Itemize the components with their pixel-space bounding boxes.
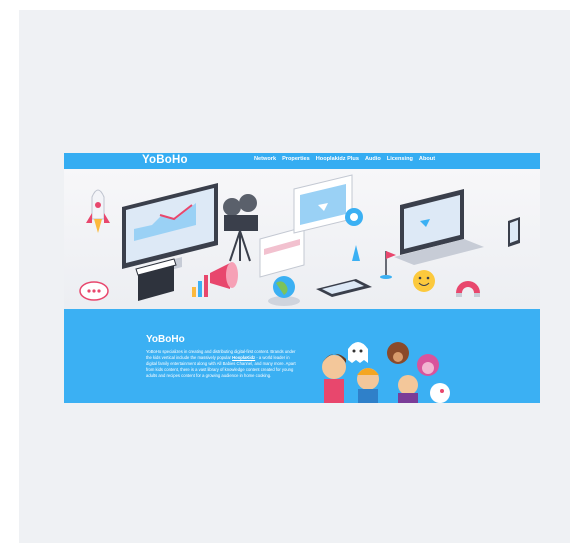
about-text: YoBoHo specializes in creating and distr… [146,349,296,379]
globe-icon [268,276,300,306]
chat-bubble-icon [79,281,109,301]
about-section: YoBoHo YoBoHo specializes in creating an… [64,309,540,403]
browser-window-icon [259,226,305,278]
film-camera-icon [223,194,258,262]
smiley-icon [413,270,435,292]
character-mascot-icon [398,375,418,403]
nav-item-about[interactable]: About [419,156,435,162]
flag-icon [380,251,396,279]
hero-illustration [64,169,540,309]
character-ghost-icon [348,342,368,363]
nav-item-audio[interactable]: Audio [365,156,381,162]
hero-illustration-graphic [79,174,520,306]
magnet-icon [456,281,480,297]
target-icon [345,208,363,226]
character-boy-icon [357,368,379,403]
website-preview: YoBoHo Network Properties Hooplakidz Plu… [64,153,540,403]
character-white-blob-icon [430,383,450,403]
character-brown-bear-icon [387,342,409,364]
nav-menu: Network Properties Hooplakidz Plus Audio… [254,156,435,162]
tablet-icon [316,279,372,297]
about-title: YoBoHo [146,334,185,345]
nav-item-network[interactable]: Network [254,156,276,162]
top-navigation-bar: YoBoHo Network Properties Hooplakidz Plu… [64,153,540,169]
cartoon-characters-illustration [322,342,450,403]
clapperboard-icon [135,258,177,301]
nav-item-hooplakidz-plus[interactable]: Hooplakidz Plus [316,156,359,162]
cone-icon [352,245,360,261]
laptop-right-icon [394,189,484,265]
bar-chart-icon [192,275,208,297]
rocket-icon [86,189,110,233]
site-logo[interactable]: YoBoHo [142,154,188,166]
nav-item-properties[interactable]: Properties [282,156,310,162]
character-girl-icon [322,353,346,403]
phone-icon [508,217,520,247]
megaphone-icon [210,262,238,289]
nav-item-licensing[interactable]: Licensing [387,156,413,162]
hooplakidz-link[interactable]: HooplaKidz [232,355,255,360]
character-pink-monkey-icon [417,354,439,376]
video-player-window-icon [293,174,353,234]
